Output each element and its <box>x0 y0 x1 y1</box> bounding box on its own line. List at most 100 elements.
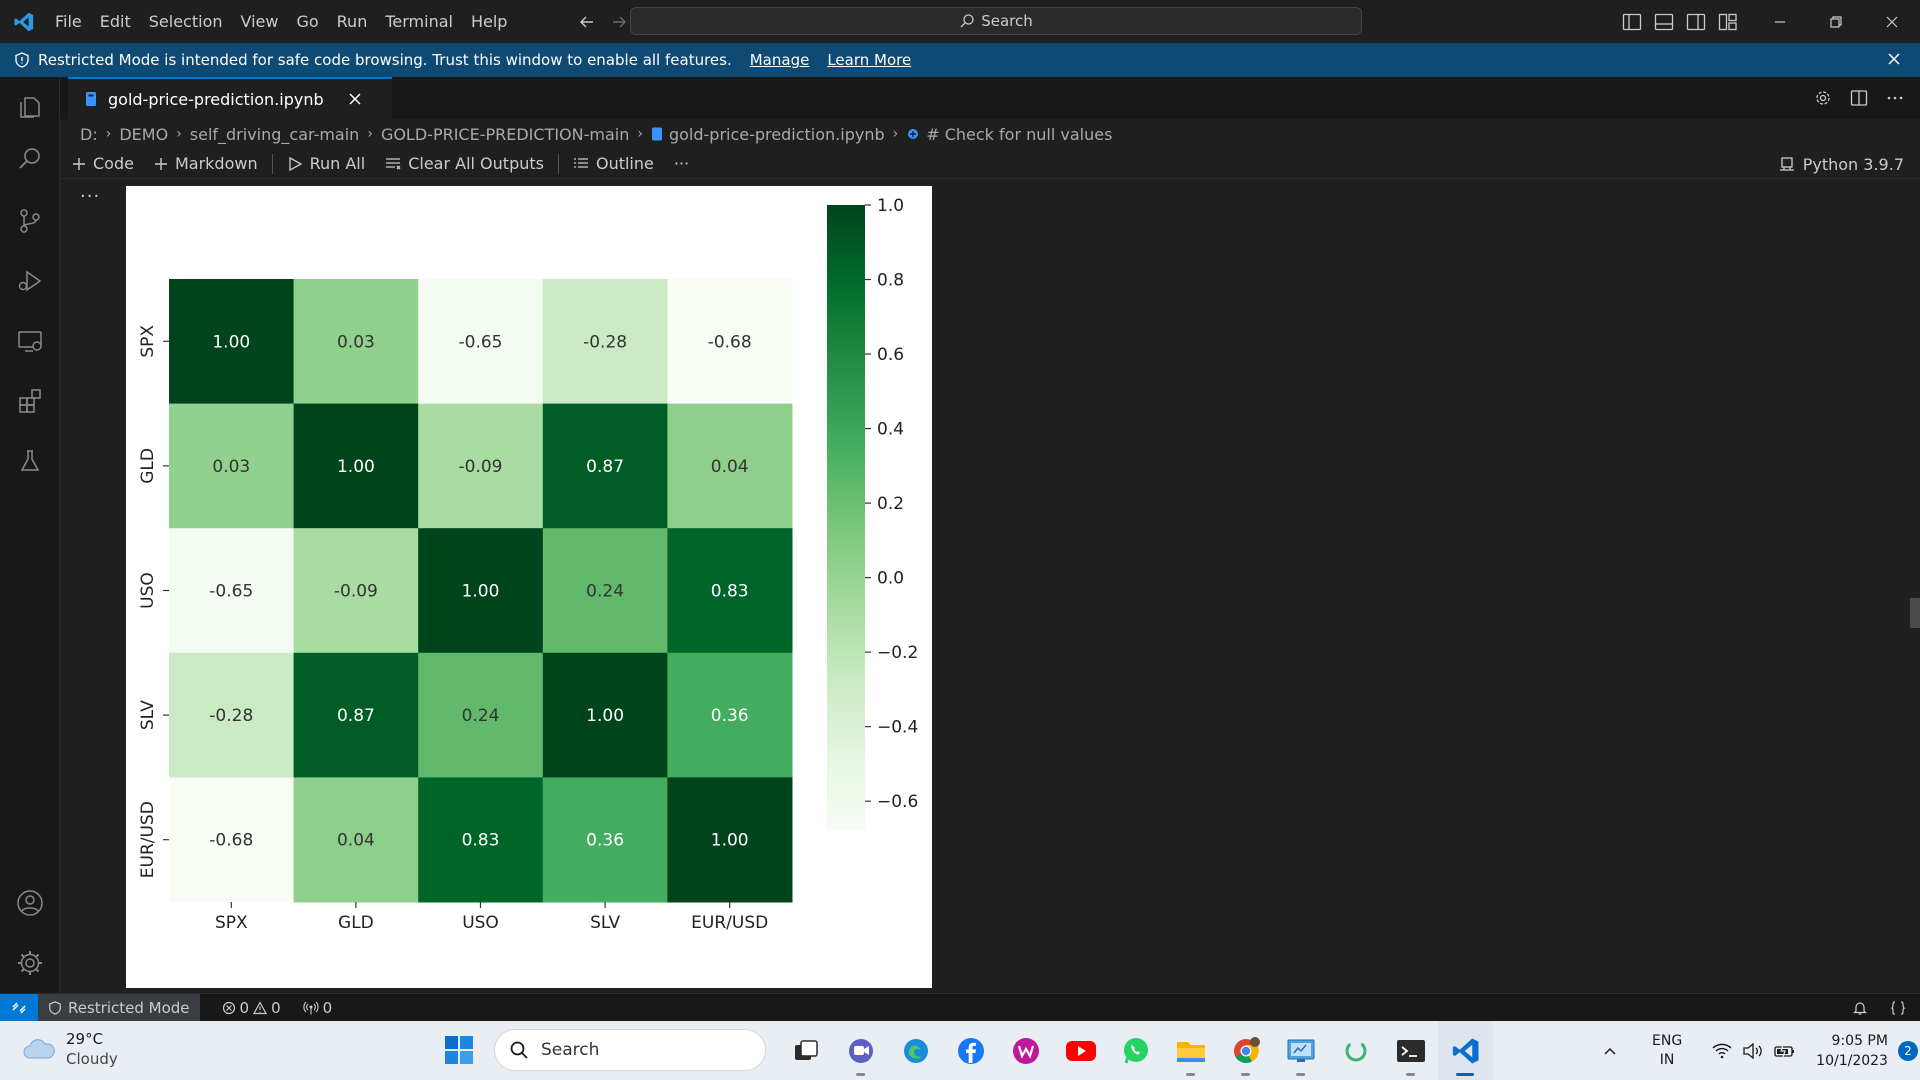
correlation-heatmap: 1.00 0.03 -0.65 -0.28 -0.68 0.03 1.00 -0.09 0.87… <box>138 196 918 933</box>
menu-view[interactable]: View <box>232 12 288 31</box>
wondershare-icon[interactable] <box>998 1021 1053 1080</box>
accounts-icon[interactable] <box>0 875 60 931</box>
search-sidebar-icon[interactable] <box>0 131 60 187</box>
edge-browser-icon[interactable] <box>888 1021 943 1080</box>
manage-gear-icon[interactable] <box>0 935 60 991</box>
explorer-icon[interactable] <box>0 79 60 135</box>
weather-widget[interactable]: 29°C Cloudy <box>22 1029 118 1069</box>
y-tick-label: EUR/USD <box>138 801 158 878</box>
breadcrumb-drive[interactable]: D: <box>80 125 98 144</box>
toggle-primary-sidebar-icon[interactable] <box>1622 13 1642 31</box>
breadcrumb-self-driving[interactable]: self_driving_car-main <box>190 125 360 144</box>
close-window-icon[interactable] <box>1864 0 1920 43</box>
split-editor-icon[interactable] <box>1850 89 1868 107</box>
feedback-braces-icon[interactable] <box>1890 1000 1906 1016</box>
facebook-icon[interactable] <box>943 1021 998 1080</box>
manage-link[interactable]: Manage <box>750 51 810 69</box>
customize-layout-icon[interactable] <box>1718 13 1738 31</box>
menu-file[interactable]: File <box>46 12 91 31</box>
chevron-right-icon: › <box>105 126 112 142</box>
taskbar-search[interactable]: Search <box>494 1029 766 1071</box>
add-markdown-cell-button[interactable]: Markdown <box>154 154 258 173</box>
y-tick-label: GLD <box>138 448 158 484</box>
vscode-taskbar-icon[interactable] <box>1438 1021 1493 1080</box>
menu-go[interactable]: Go <box>287 12 327 31</box>
add-code-cell-button[interactable]: Code <box>72 154 134 173</box>
kernel-picker[interactable]: Python 3.9.7 <box>1779 149 1904 179</box>
clear-all-outputs-button[interactable]: Clear All Outputs <box>385 154 544 173</box>
restore-icon[interactable] <box>1808 0 1864 43</box>
x-tick-label: USO <box>462 913 499 933</box>
menu-selection[interactable]: Selection <box>140 12 232 31</box>
task-view-icon[interactable] <box>778 1021 833 1080</box>
heatmap-annotation: 0.83 <box>711 582 749 602</box>
cell-output-more-button[interactable]: ··· <box>80 186 100 207</box>
menu-terminal[interactable]: Terminal <box>376 12 462 31</box>
notification-count-badge[interactable]: 2 <box>1897 1040 1918 1061</box>
learn-more-link[interactable]: Learn More <box>827 51 911 69</box>
heatmap-annotation: 1.00 <box>586 706 624 726</box>
y-tick-label: SPX <box>138 325 158 358</box>
breadcrumb-demo[interactable]: DEMO <box>119 125 168 144</box>
run-all-button[interactable]: Run All <box>287 154 365 173</box>
clock[interactable]: 9:05 PM 10/1/2023 <box>1816 1031 1888 1071</box>
extensions-icon[interactable] <box>0 373 60 429</box>
back-arrow-icon[interactable] <box>578 13 596 31</box>
overview-ruler-scrollbar[interactable] <box>1910 598 1920 628</box>
minimize-icon[interactable] <box>1752 0 1808 43</box>
menu-help[interactable]: Help <box>462 12 516 31</box>
volume-icon[interactable] <box>1742 1042 1764 1059</box>
heatmap-annotation: 0.03 <box>337 332 375 352</box>
ports-status[interactable]: 0 <box>302 998 333 1017</box>
testing-flask-icon[interactable] <box>0 433 60 489</box>
remote-indicator-icon[interactable] <box>0 993 38 1022</box>
x-tick-label: SPX <box>215 913 248 933</box>
tab-gold-price-prediction[interactable]: gold-price-prediction.ipynb <box>68 77 392 119</box>
windows-start-icon[interactable] <box>444 1035 474 1065</box>
forward-arrow-icon[interactable] <box>610 13 628 31</box>
toggle-secondary-sidebar-icon[interactable] <box>1686 13 1706 31</box>
whatsapp-icon[interactable] <box>1108 1021 1163 1080</box>
toolbar-more-button[interactable]: ··· <box>674 154 689 173</box>
command-center-search[interactable]: Search <box>630 7 1362 35</box>
windows-taskbar: 29°C Cloudy Search ENG IN 9:05 PM 10/1/2… <box>0 1021 1920 1080</box>
chrome-icon[interactable] <box>1218 1021 1273 1080</box>
breadcrumb-notebook[interactable]: gold-price-prediction.ipynb <box>669 125 885 144</box>
chevron-up-icon[interactable] <box>1602 1043 1618 1059</box>
breadcrumb-cell[interactable]: # Check for null values <box>926 125 1112 144</box>
source-control-icon[interactable] <box>0 193 60 249</box>
battery-icon[interactable] <box>1774 1043 1796 1059</box>
run-debug-icon[interactable] <box>0 253 60 309</box>
problems-status[interactable]: 0 0 <box>222 999 281 1017</box>
control-panel-icon[interactable] <box>1273 1021 1328 1080</box>
notebook-settings-gear-icon[interactable] <box>1814 89 1832 107</box>
ports-count: 0 <box>322 998 333 1017</box>
remote-explorer-icon[interactable] <box>0 313 60 369</box>
heatmap-annotation: -0.65 <box>459 332 503 352</box>
warning-count: 0 <box>271 998 281 1017</box>
menu-edit[interactable]: Edit <box>91 12 140 31</box>
cell-output: 1.00 0.03 -0.65 -0.28 -0.68 0.03 1.00 -0.09 0.87… <box>126 186 932 988</box>
toggle-panel-icon[interactable] <box>1654 13 1674 31</box>
clear-outputs-icon <box>385 156 401 172</box>
close-icon[interactable] <box>1886 51 1902 67</box>
heatmap-annotation: 1.00 <box>462 582 500 602</box>
outline-button[interactable]: Outline <box>573 154 654 173</box>
close-tab-icon[interactable] <box>348 92 362 106</box>
menu-run[interactable]: Run <box>328 12 377 31</box>
input-language[interactable]: ENG IN <box>1652 1032 1682 1070</box>
wifi-icon[interactable] <box>1712 1043 1732 1059</box>
youtube-icon[interactable] <box>1053 1021 1108 1080</box>
jupyter-loading-icon[interactable] <box>1328 1021 1383 1080</box>
terminal-icon[interactable] <box>1383 1021 1438 1080</box>
file-explorer-icon[interactable] <box>1163 1021 1218 1080</box>
heatmap-annotation: -0.65 <box>209 582 253 602</box>
teams-chat-icon[interactable] <box>833 1021 888 1080</box>
broadcast-icon <box>302 1001 319 1015</box>
breadcrumb-project[interactable]: GOLD-PRICE-PREDICTION-main <box>381 125 629 144</box>
notifications-bell-icon[interactable] <box>1852 1000 1868 1016</box>
colorbar-tick-label: −0.4 <box>877 718 918 738</box>
heatmap-annotation: -0.68 <box>209 831 253 851</box>
more-actions-icon[interactable] <box>1886 89 1904 107</box>
restricted-mode-status[interactable]: Restricted Mode <box>38 993 200 1022</box>
